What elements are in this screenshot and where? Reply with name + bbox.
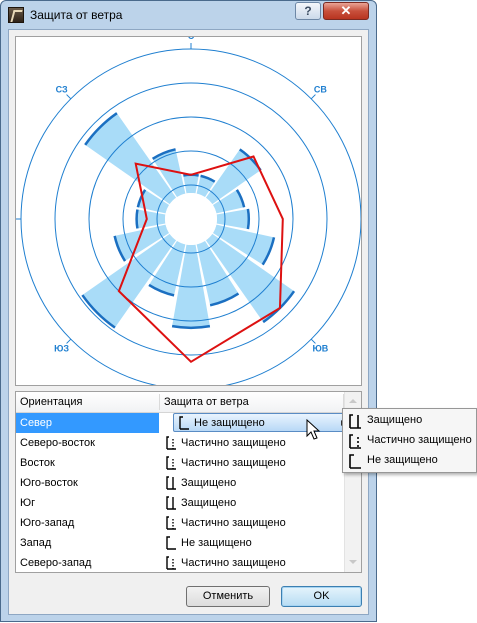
orientation-cell: Северо-восток bbox=[20, 437, 95, 449]
direction-label: СЗ bbox=[56, 85, 68, 95]
window-title: Защита от ветра bbox=[30, 8, 123, 22]
header-divider[interactable] bbox=[159, 394, 160, 410]
table-header: Ориентация Защита от ветра bbox=[16, 392, 344, 413]
orientation-cell: Северо-запад bbox=[20, 557, 92, 569]
unprotected-icon bbox=[349, 454, 361, 469]
orientation-cell: Юго-восток bbox=[20, 477, 78, 489]
protection-dropdown-menu: Защищено Частично защищено Не защищено bbox=[342, 408, 477, 473]
table-row[interactable]: Юг Защищено bbox=[16, 493, 344, 513]
direction-label: СВ bbox=[314, 85, 327, 95]
titlebar[interactable]: Защита от ветра ? ✕ bbox=[1, 1, 376, 29]
partially-protected-icon bbox=[166, 436, 176, 450]
dropdown-value: Не защищено bbox=[194, 417, 265, 429]
dialog-window: Защита от ветра ? ✕ ССВВЮВЮЮЗЗСЗ Ориента… bbox=[0, 0, 377, 622]
protection-value: Частично защищено bbox=[181, 437, 286, 449]
protection-value: Частично защищено bbox=[181, 557, 286, 569]
table-row[interactable]: Восток Частично защищено bbox=[16, 453, 344, 473]
direction-label: ЮВ bbox=[313, 343, 329, 353]
center-hub bbox=[165, 193, 217, 245]
wind-rose-petal bbox=[136, 209, 166, 229]
close-button[interactable]: ✕ bbox=[323, 2, 369, 20]
protection-value: Защищено bbox=[181, 497, 237, 509]
protected-icon bbox=[349, 414, 361, 429]
table-row[interactable]: Северо-запад Частично защищено bbox=[16, 553, 344, 572]
protection-dropdown[interactable]: Не защищено bbox=[173, 413, 350, 432]
unprotected-icon bbox=[166, 536, 176, 550]
wind-rose-chart: ССВВЮВЮЮЗЗСЗ bbox=[16, 37, 361, 385]
help-button[interactable]: ? bbox=[295, 2, 321, 20]
table-row[interactable]: Север Не защищено bbox=[16, 413, 350, 433]
orientation-cell: Юго-запад bbox=[20, 517, 75, 529]
protected-icon bbox=[166, 476, 176, 490]
header-wind-protection[interactable]: Защита от ветра bbox=[164, 396, 249, 408]
menu-item-partially-protected[interactable]: Частично защищено bbox=[345, 431, 474, 451]
wind-rose-panel: ССВВЮВЮЮЗЗСЗ bbox=[15, 36, 362, 386]
partially-protected-icon bbox=[166, 456, 176, 470]
protected-icon bbox=[166, 496, 176, 510]
direction-spoke bbox=[66, 94, 72, 100]
unprotected-icon bbox=[179, 416, 189, 430]
table-row[interactable]: Юго-запад Частично защищено bbox=[16, 513, 344, 533]
table-row[interactable]: Запад Не защищено bbox=[16, 533, 344, 553]
ok-button[interactable]: OK bbox=[281, 586, 362, 607]
dialog-client-area: ССВВЮВЮЮЗЗСЗ Ориентация Защита от ветра … bbox=[8, 29, 369, 615]
partially-protected-icon bbox=[166, 516, 176, 530]
protection-value: Частично защищено bbox=[181, 457, 286, 469]
menu-item-label: Не защищено bbox=[367, 454, 438, 466]
table-row[interactable]: Юго-восток Защищено bbox=[16, 473, 344, 493]
protection-value: Частично защищено bbox=[181, 517, 286, 529]
direction-label: С bbox=[188, 37, 195, 41]
table-row[interactable]: Северо-восток Частично защищено bbox=[16, 433, 344, 453]
direction-label: ЮЗ bbox=[54, 343, 69, 353]
orientation-cell: Восток bbox=[20, 457, 55, 469]
menu-item-protected[interactable]: Защищено bbox=[345, 411, 474, 431]
protection-value: Не защищено bbox=[181, 537, 252, 549]
protection-value: Защищено bbox=[181, 477, 237, 489]
orientation-cell: Юг bbox=[20, 497, 36, 509]
mouse-cursor-icon bbox=[306, 419, 321, 440]
scroll-down-arrow-icon[interactable] bbox=[349, 560, 357, 564]
scroll-up-arrow-icon[interactable] bbox=[349, 399, 357, 403]
menu-item-unprotected[interactable]: Не защищено bbox=[345, 451, 474, 471]
partially-protected-icon bbox=[349, 434, 361, 449]
partially-protected-icon bbox=[166, 556, 176, 570]
menu-item-label: Частично защищено bbox=[367, 434, 472, 446]
orientation-cell: Север bbox=[20, 417, 53, 429]
wind-rose-petal-edge bbox=[246, 208, 251, 230]
menu-item-label: Защищено bbox=[367, 414, 423, 426]
app-icon bbox=[8, 7, 24, 23]
direction-spoke bbox=[310, 94, 316, 100]
wind-rose-petal bbox=[183, 174, 199, 194]
header-orientation[interactable]: Ориентация bbox=[20, 396, 82, 408]
orientation-cell: Запад bbox=[20, 537, 52, 549]
wind-rose-petal-edge bbox=[135, 209, 139, 229]
cancel-button[interactable]: Отменить bbox=[186, 586, 270, 607]
